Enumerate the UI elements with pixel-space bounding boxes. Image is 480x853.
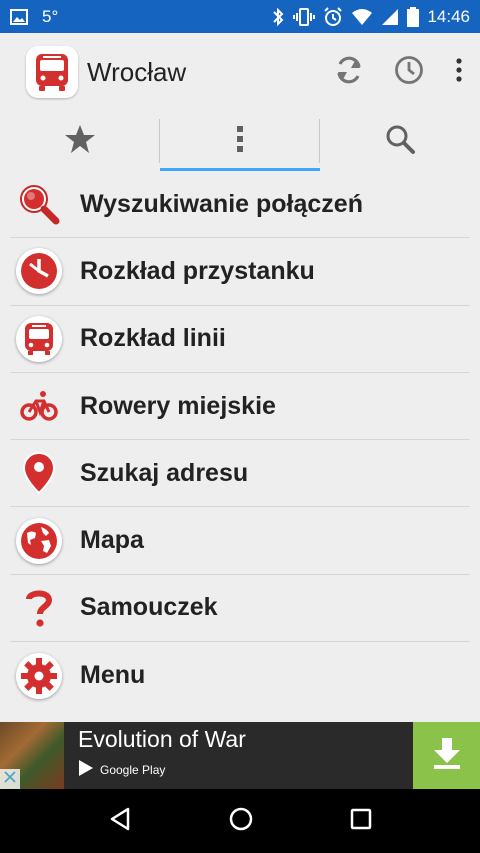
- alarm-icon: [323, 6, 343, 27]
- ad-download-button[interactable]: [413, 722, 480, 789]
- overflow-menu-button[interactable]: [452, 55, 466, 89]
- history-button[interactable]: [392, 55, 426, 89]
- ad-title: Evolution of War: [78, 726, 246, 752]
- more-vert-icon: [236, 125, 244, 158]
- globe-icon: [16, 517, 62, 564]
- clock-time: 14:46: [427, 6, 470, 26]
- wifi-icon: [351, 8, 373, 26]
- clock-icon: [16, 248, 62, 295]
- main-menu-list: Wyszukiwanie połączeń Rozkład przystanku…: [0, 171, 480, 709]
- app-toolbar: Wrocław: [0, 33, 480, 111]
- menu-item-line-timetable[interactable]: Rozkład linii: [10, 306, 470, 373]
- battery-icon: [407, 6, 420, 27]
- tab-favorites[interactable]: [0, 111, 160, 171]
- ad-store-label: Google Play: [100, 762, 166, 777]
- question-icon: [16, 585, 62, 631]
- ad-banner[interactable]: Evolution of War Google Play: [0, 722, 480, 789]
- more-vert-icon: [456, 57, 462, 87]
- bus-icon: [16, 315, 62, 362]
- gallery-notification-icon: [10, 8, 28, 25]
- menu-item-label: Mapa: [80, 526, 144, 555]
- search-icon: [385, 124, 415, 159]
- menu-item-label: Szukaj adresu: [80, 458, 249, 487]
- back-button[interactable]: [107, 806, 133, 837]
- menu-item-map[interactable]: Mapa: [10, 507, 470, 575]
- gear-icon: [16, 652, 62, 699]
- close-icon: [4, 770, 16, 788]
- vibrate-icon: [293, 7, 316, 27]
- ad-close-button[interactable]: [0, 769, 20, 789]
- menu-item-connection-search[interactable]: Wyszukiwanie połączeń: [10, 171, 470, 239]
- refresh-icon: [333, 54, 365, 91]
- menu-item-city-bikes[interactable]: Rowery miejskie: [10, 373, 470, 441]
- google-play-icon: [78, 759, 94, 780]
- bluetooth-icon: [271, 7, 285, 27]
- menu-item-label: Samouczek: [80, 593, 218, 622]
- app-title: Wrocław: [87, 56, 187, 87]
- refresh-button[interactable]: [332, 55, 366, 89]
- clock-icon: [394, 55, 424, 90]
- back-icon: [107, 807, 133, 836]
- recents-button[interactable]: [349, 807, 373, 836]
- recents-icon: [349, 808, 373, 835]
- magnifier-icon: [16, 181, 62, 227]
- map-pin-icon: [16, 450, 62, 496]
- menu-item-label: Rowery miejskie: [80, 391, 276, 420]
- tab-search[interactable]: [320, 111, 480, 171]
- menu-item-stop-timetable[interactable]: Rozkład przystanku: [10, 238, 470, 306]
- menu-item-label: Wyszukiwanie połączeń: [80, 189, 363, 218]
- ad-image: [0, 722, 64, 789]
- signal-icon: [381, 8, 399, 26]
- menu-item-label: Rozkład przystanku: [80, 256, 315, 285]
- temperature: 5°: [42, 6, 59, 26]
- menu-item-label: Rozkład linii: [80, 324, 226, 353]
- app-logo: [26, 46, 78, 98]
- status-bar: 5° 14:46: [0, 0, 480, 33]
- tab-menu[interactable]: [160, 111, 320, 171]
- home-button[interactable]: [228, 806, 254, 837]
- download-icon: [431, 736, 463, 775]
- home-icon: [228, 807, 254, 836]
- bicycle-icon: [16, 383, 62, 429]
- star-icon: [64, 124, 96, 159]
- menu-item-menu[interactable]: Menu: [10, 642, 470, 709]
- menu-item-address-search[interactable]: Szukaj adresu: [10, 440, 470, 508]
- system-nav-bar: [0, 789, 480, 853]
- tab-bar: [0, 111, 480, 171]
- menu-item-tutorial[interactable]: Samouczek: [10, 575, 470, 643]
- menu-item-label: Menu: [80, 661, 146, 690]
